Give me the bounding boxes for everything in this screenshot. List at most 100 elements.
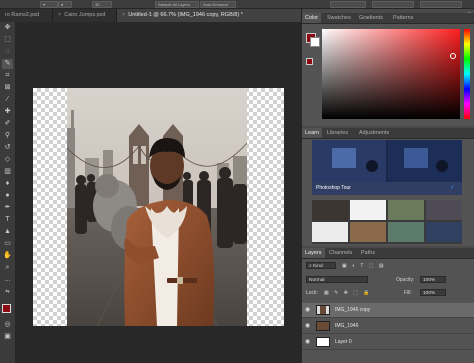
edit-toolbar-icon[interactable]: ⇆	[2, 287, 13, 297]
kind-label: Kind	[313, 264, 323, 269]
share-button[interactable]	[420, 1, 462, 8]
type-tool-icon[interactable]: T	[2, 215, 13, 225]
fill-field[interactable]: 100%	[420, 289, 446, 296]
eye-icon[interactable]: ◉	[305, 307, 312, 313]
tutorial-thumb[interactable]	[388, 200, 424, 220]
more-tools-icon[interactable]: …	[2, 275, 13, 285]
opacity-field[interactable]: 100%	[420, 276, 446, 283]
select-subject-button[interactable]	[330, 1, 366, 8]
layer-row[interactable]: ◉ Layer 0	[302, 335, 474, 350]
tab-learn[interactable]: Learn	[302, 128, 323, 138]
tutorial-thumb[interactable]	[312, 200, 348, 220]
out-of-gamut-icon[interactable]	[306, 58, 313, 65]
tutorial-thumb[interactable]	[426, 200, 462, 220]
tutorial-thumb[interactable]	[426, 222, 462, 242]
crop-tool-icon[interactable]: ⌗	[2, 71, 13, 81]
options-bar: ▾ ● 30 Sample All Layers Auto-Enhance	[0, 0, 474, 9]
tab-libraries[interactable]: Libraries	[324, 128, 351, 138]
background-color-chip[interactable]	[310, 37, 320, 47]
eye-icon[interactable]: ◉	[305, 323, 312, 329]
sample-all-layers-checkbox[interactable]: Sample All Layers	[155, 1, 199, 8]
layers-panel-header: Layers Channels Paths	[302, 248, 474, 259]
color-panel-header: Color Swatches Gradients Patterns	[302, 13, 474, 24]
layer-name: IMG_1946 copy	[335, 307, 371, 313]
marquee-tool-icon[interactable]: ⬚	[2, 35, 13, 45]
history-brush-tool-icon[interactable]: ↺	[2, 143, 13, 153]
blur-tool-icon[interactable]: ♦	[2, 179, 13, 189]
learn-tutorial-grid[interactable]	[312, 200, 462, 244]
dodge-tool-icon[interactable]: ●	[2, 191, 13, 201]
foreground-color-swatch[interactable]	[2, 304, 11, 313]
brush-picker-button[interactable]: ●	[58, 1, 72, 8]
tab-gradients[interactable]: Gradients	[356, 13, 386, 23]
eye-icon[interactable]: ◉	[305, 339, 312, 345]
tab-adjustments[interactable]: Adjustments	[356, 128, 392, 138]
gradient-tool-icon[interactable]: ▥	[2, 167, 13, 177]
learn-panel: Learn Libraries Adjustments Photoshop To…	[302, 128, 474, 246]
quick-selection-tool-icon[interactable]: ✎	[2, 59, 13, 69]
tutorial-thumb[interactable]	[388, 222, 424, 242]
tool-preset-button[interactable]: ▾	[40, 1, 58, 8]
tab-label: Cairo Jumps.psd	[64, 12, 106, 18]
canvas-area[interactable]	[16, 22, 302, 363]
healing-brush-tool-icon[interactable]: ✚	[2, 107, 13, 117]
tab-paths[interactable]: Paths	[358, 248, 378, 258]
eraser-tool-icon[interactable]: ◇	[2, 155, 13, 165]
tab-color[interactable]: Color	[302, 13, 322, 23]
lasso-tool-icon[interactable]: ◌	[2, 47, 13, 57]
close-icon[interactable]: ×	[58, 12, 61, 18]
layer-row[interactable]: ◉ IMG_1946 copy	[302, 303, 474, 318]
tab-swatches[interactable]: Swatches	[324, 13, 354, 23]
color-field[interactable]	[322, 29, 460, 119]
layer-thumbnail	[316, 321, 330, 331]
tab-cairo-jumps[interactable]: × Cairo Jumps.psd	[53, 9, 117, 22]
tab-rams2[interactable]: ro Rams2.psd	[0, 9, 53, 22]
blend-mode-select[interactable]: Normal	[306, 276, 368, 283]
tutorial-thumb[interactable]	[350, 200, 386, 220]
photo-layer-image	[67, 88, 247, 326]
fill-label: Fill:	[404, 290, 412, 296]
layers-panel: Layers Channels Paths ⌕ Kind ▣ ◐ T ⬚ ▤ N…	[302, 248, 474, 363]
auto-enhance-checkbox[interactable]: Auto-Enhance	[200, 1, 236, 8]
eyedropper-tool-icon[interactable]: ⁄	[2, 95, 13, 105]
screen-mode-icon[interactable]: ▣	[2, 332, 13, 342]
zoom-tool-icon[interactable]: ⌕	[2, 263, 13, 273]
layer-thumbnail	[316, 337, 330, 347]
select-mask-button[interactable]	[372, 1, 414, 8]
brush-tool-icon[interactable]: ✐	[2, 119, 13, 129]
close-icon[interactable]: ×	[122, 12, 125, 18]
frame-tool-icon[interactable]: ⊠	[2, 83, 13, 93]
photoshop-tour-card[interactable]: Photoshop Tour ✓	[312, 140, 462, 195]
rectangle-tool-icon[interactable]: ▭	[2, 239, 13, 249]
layer-filter-kind[interactable]: ⌕ Kind	[306, 262, 336, 269]
pen-tool-icon[interactable]: ✒	[2, 203, 13, 213]
quick-mask-icon[interactable]: ◎	[2, 320, 13, 330]
tab-patterns[interactable]: Patterns	[390, 13, 416, 23]
lock-label: Lock:	[306, 290, 318, 296]
layer-name: IMG_1946	[335, 323, 359, 329]
move-tool-icon[interactable]: ✥	[2, 23, 13, 33]
path-selection-tool-icon[interactable]: ▲	[2, 227, 13, 237]
clone-stamp-tool-icon[interactable]: ⚲	[2, 131, 13, 141]
tab-channels[interactable]: Channels	[326, 248, 355, 258]
photoshop-tour-label: Photoshop Tour	[316, 185, 351, 191]
document-tab-bar: ro Rams2.psd × Cairo Jumps.psd × Untitled-…	[0, 9, 302, 23]
zoom-field[interactable]: 30	[92, 1, 112, 8]
lock-icons[interactable]: ▦ ✎ ✥ ⬚ 🔒	[324, 290, 372, 297]
check-icon: ✓	[450, 185, 456, 191]
color-panel: Color Swatches Gradients Patterns	[302, 13, 474, 126]
learn-panel-header: Learn Libraries Adjustments	[302, 128, 474, 139]
layer-row[interactable]: ◉ IMG_1946	[302, 319, 474, 334]
tab-label: ro Rams2.psd	[5, 12, 40, 18]
tab-layers[interactable]: Layers	[302, 248, 325, 258]
tutorial-thumb[interactable]	[312, 222, 348, 242]
tab-label: Untitled-1 @ 66.7% (IMG_1946 copy, RGB/8…	[128, 12, 243, 18]
tools-panel: ✥ ⬚ ◌ ✎ ⌗ ⊠ ⁄ ✚ ✐ ⚲ ↺ ◇ ▥ ♦ ● ✒ T ▲ ▭ ✋ …	[0, 22, 16, 363]
tab-untitled-1[interactable]: × Untitled-1 @ 66.7% (IMG_1946 copy, RGB/…	[117, 9, 302, 22]
document-canvas[interactable]	[33, 88, 284, 326]
hue-slider[interactable]	[464, 29, 470, 119]
filter-icons[interactable]: ▣ ◐ T ⬚ ▤	[342, 262, 386, 270]
hand-tool-icon[interactable]: ✋	[2, 251, 13, 261]
opacity-label: Opacity:	[396, 277, 415, 283]
tutorial-thumb[interactable]	[350, 222, 386, 242]
